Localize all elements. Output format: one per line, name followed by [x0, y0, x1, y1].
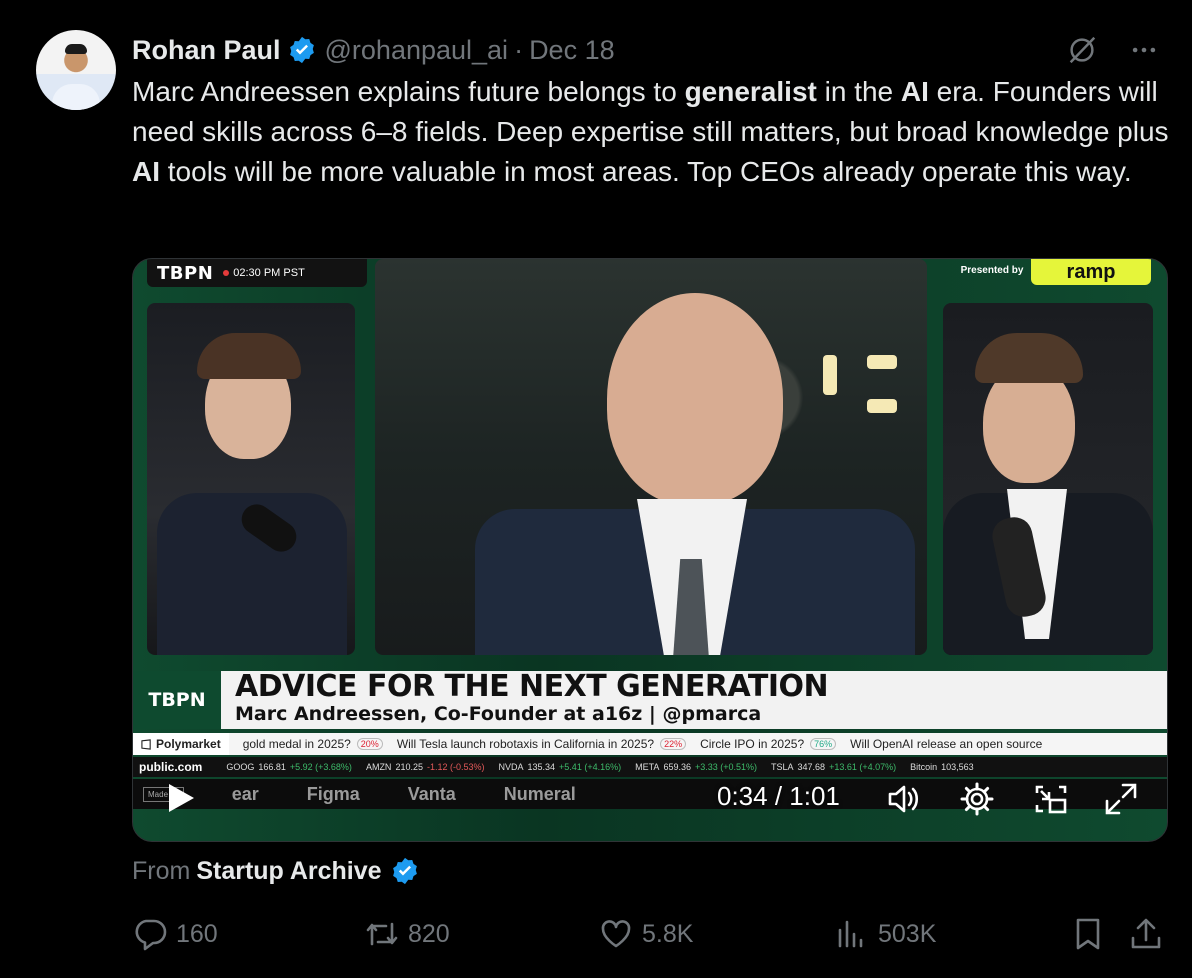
reply-icon [135, 919, 167, 951]
ticker-price: 210.25 [395, 762, 423, 772]
like-button[interactable]: 5.8K [598, 912, 693, 956]
sponsor-badge: ramp [1031, 259, 1151, 285]
broadcast-time: 02:30 PM PST [223, 267, 305, 279]
polymarket-ticker: Polymarket gold medal in 2025? 20% Will Te… [133, 733, 1167, 755]
reply-button[interactable]: 160 [132, 912, 218, 956]
ticker-symbol: Bitcoin [910, 762, 938, 772]
ticker-item: TSLA 347.68 +13.61 (+4.07%) [771, 762, 896, 772]
ticker-change: +3.33 (+0.51%) [694, 762, 758, 772]
author-handle[interactable]: @rohanpaul_ai [325, 35, 509, 66]
video-player[interactable]: TBPN 02:30 PM PST Presented by ramp TBPN… [132, 258, 1168, 842]
ticker-symbol: AMZN [365, 762, 392, 772]
ticker-change: +5.92 (+3.68%) [289, 762, 352, 772]
tweet-text-bold: AI [900, 76, 929, 107]
header-separator: · [514, 34, 524, 65]
tweet-date[interactable]: Dec 18 [529, 35, 615, 66]
repost-button[interactable]: 820 [364, 912, 450, 956]
tweet-top-actions [1064, 32, 1162, 68]
polymarket-percent: 22% [660, 738, 687, 750]
video-controls: 0:34 / 1:01 [133, 773, 1167, 823]
polymarket-item: gold medal in 2025? 20% [243, 737, 383, 751]
ticker-item: Bitcoin 103,563 [910, 762, 974, 772]
video-panel-center [375, 259, 927, 655]
share-icon [1131, 918, 1161, 949]
ticker-price: 659.36 [663, 762, 691, 772]
like-count: 5.8K [642, 919, 694, 948]
polymarket-item: Circle IPO in 2025? 76% [700, 737, 837, 751]
tweet-text-segment: Marc Andreessen explains future belongs … [132, 76, 685, 107]
share-button[interactable] [1128, 912, 1164, 956]
tweet-text-bold: generalist [684, 76, 817, 107]
bookmark-button[interactable] [1070, 912, 1106, 956]
views-button[interactable]: 503K [834, 912, 936, 956]
polymarket-item: Will OpenAI release an open source [850, 737, 1042, 751]
tweet-header: Rohan Paul @rohanpaul_ai · Dec 18 [132, 30, 615, 70]
polymarket-question: Will Tesla launch robotaxis in Californi… [396, 737, 655, 751]
source-account-link[interactable]: Startup Archive [196, 857, 381, 886]
settings-gear-icon[interactable] [959, 781, 995, 817]
from-source: From Startup Archive [132, 856, 428, 886]
video-panel-left [147, 303, 355, 655]
tbpn-top-logo: TBPN [157, 262, 214, 284]
repost-count: 820 [408, 919, 450, 948]
grok-icon[interactable] [1064, 32, 1100, 68]
ticker-price: 347.68 [797, 762, 826, 772]
ticker-item: NVDA 135.34 +5.41 (+4.16%) [499, 762, 622, 772]
tbpn-lower-logo: TBPN [133, 671, 221, 729]
verified-badge-icon [287, 35, 317, 65]
ticker-symbol: META [635, 762, 660, 772]
video-headline: ADVICE FOR THE NEXT GENERATION [235, 669, 829, 704]
polymarket-question: Circle IPO in 2025? [700, 737, 805, 751]
play-icon[interactable] [163, 781, 197, 815]
ticker-price: 166.81 [258, 762, 286, 772]
views-chart-icon [838, 920, 863, 948]
picture-in-picture-icon[interactable] [1033, 781, 1069, 817]
author-name[interactable]: Rohan Paul [132, 35, 281, 66]
ticker-symbol: GOOG [226, 762, 255, 772]
video-subheadline: Marc Andreessen, Co-Founder at a16z | @p… [235, 703, 762, 725]
lower-third-banner: TBPN ADVICE FOR THE NEXT GENERATION Marc… [133, 671, 1167, 729]
reply-count: 160 [176, 919, 218, 948]
polymarket-brand: Polymarket [133, 733, 229, 755]
polymarket-percent: 20% [356, 738, 383, 750]
ticker-change: +5.41 (+4.16%) [559, 762, 622, 772]
polymarket-item: Will Tesla launch robotaxis in Californi… [396, 737, 687, 751]
video-timecode: 0:34 / 1:01 [717, 781, 840, 811]
ticker-item: GOOG 166.81 +5.92 (+3.68%) [226, 762, 352, 772]
polymarket-question: Will OpenAI release an open source [850, 737, 1043, 751]
from-label: From [132, 856, 191, 885]
presented-by-label: Presented by [960, 264, 1024, 276]
video-panel-right [943, 303, 1153, 655]
ticker-source: public.com [133, 760, 213, 774]
ticker-symbol: NVDA [498, 762, 524, 772]
repost-icon [366, 922, 398, 946]
volume-icon[interactable] [885, 781, 921, 817]
ticker-item: AMZN 210.25 -1.12 (-0.53%) [366, 762, 485, 772]
tweet-text-segment: tools will be more valuable in most area… [160, 156, 1132, 187]
polymarket-percent: 76% [810, 738, 837, 750]
heart-icon [601, 920, 631, 948]
more-options-icon[interactable] [1126, 32, 1162, 68]
ticker-symbol: TSLA [771, 762, 794, 772]
source-verified-badge-icon [390, 856, 420, 886]
tweet-text: Marc Andreessen explains future belongs … [132, 72, 1172, 192]
ticker-change: -1.12 (-0.53%) [426, 762, 485, 772]
tweet-text-segment: in the [816, 76, 901, 107]
ticker-change: +13.61 (+4.07%) [829, 762, 897, 772]
view-count: 503K [878, 919, 937, 948]
ticker-price: 135.34 [527, 762, 556, 772]
tweet-text-bold: AI [132, 156, 160, 187]
ticker-price: 103,563 [941, 762, 974, 772]
fullscreen-icon[interactable] [1103, 781, 1139, 817]
bookmark-icon [1076, 918, 1100, 950]
ticker-item: META 659.36 +3.33 (+0.51%) [635, 762, 757, 772]
tweet-actions: 160 820 5.8K 503K [132, 912, 1172, 956]
polymarket-question: gold medal in 2025? [242, 737, 351, 751]
author-avatar[interactable] [36, 30, 116, 110]
tbpn-top-banner: TBPN 02:30 PM PST [147, 259, 367, 287]
